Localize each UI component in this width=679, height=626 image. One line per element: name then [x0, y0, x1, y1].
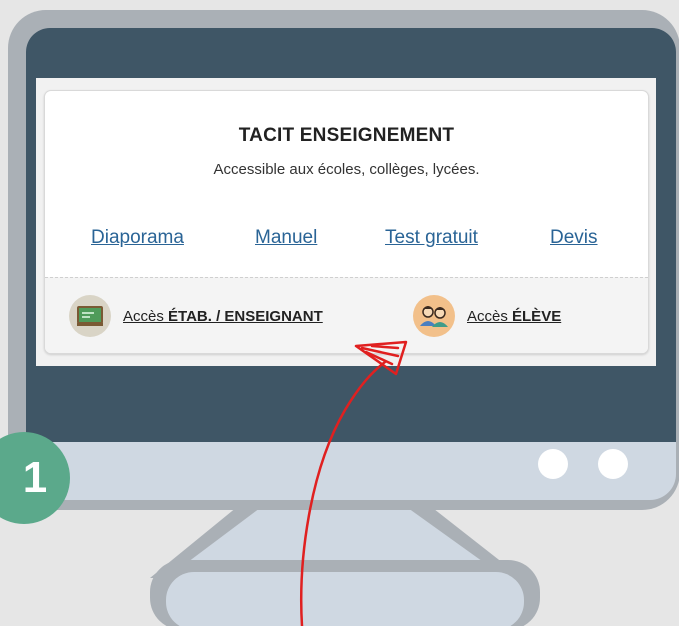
- teacher-access-link[interactable]: Accès ÉTAB. / ENSEIGNANT: [69, 295, 323, 337]
- card-subtitle: Accessible aux écoles, collèges, lycées.: [213, 161, 480, 178]
- chalkboard-icon: [69, 295, 111, 337]
- manuel-link[interactable]: Manuel: [255, 227, 317, 249]
- devis-link[interactable]: Devis: [550, 227, 598, 249]
- students-icon: [413, 295, 455, 337]
- student-access-label: Accès ÉLÈVE: [467, 307, 562, 325]
- test-gratuit-link[interactable]: Test gratuit: [385, 227, 478, 249]
- access-bar: Accès ÉTAB. / ENSEIGNANT Accès ÉLÈVE: [45, 277, 648, 353]
- diaporama-link[interactable]: Diaporama: [91, 227, 184, 249]
- card-title: TACIT ENSEIGNEMENT: [238, 125, 455, 146]
- monitor-chin: [26, 442, 676, 500]
- monitor-illustration: TACIT ENSEIGNEMENT Accessible aux écoles…: [0, 0, 679, 626]
- login-card: TACIT ENSEIGNEMENT Accessible aux écoles…: [44, 90, 649, 354]
- monitor-light-dot: [598, 449, 628, 479]
- monitor-light-dot: [538, 449, 568, 479]
- student-access-link[interactable]: Accès ÉLÈVE: [413, 295, 562, 337]
- teacher-access-label: Accès ÉTAB. / ENSEIGNANT: [123, 307, 323, 325]
